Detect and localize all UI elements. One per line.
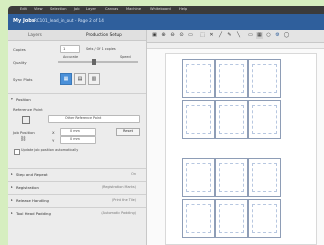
y-value: 0 mm (70, 137, 80, 141)
brush-icon[interactable]: ╲ (235, 32, 242, 39)
label-cell[interactable] (215, 59, 248, 98)
quality-right: Speed (120, 55, 131, 59)
shape-icon[interactable]: ✕ (208, 32, 215, 39)
pencil-icon[interactable]: ✎ (226, 32, 233, 39)
quality-slider-thumb[interactable] (92, 59, 96, 65)
menu-layer[interactable]: Layer (86, 7, 96, 11)
label-cell[interactable] (182, 199, 215, 238)
sync-grid-icon[interactable]: ▤ (74, 73, 86, 85)
copies-note: Sets / Of 1 copies (86, 47, 116, 51)
label-cell[interactable] (248, 100, 281, 139)
position-label: Position (16, 97, 31, 102)
rectangle-icon[interactable]: ▭ (247, 32, 254, 39)
file-title: RC101_lead_in_out - Page 2 of 14 (34, 18, 104, 23)
step-repeat-section[interactable]: ▸ Step and Repeat On (8, 168, 146, 179)
reset-button-label: Reset (122, 129, 134, 133)
app-title: My Jobs (13, 18, 35, 24)
chevron-right-icon: ▸ (11, 185, 13, 189)
tab-production-setup[interactable]: Production Setup (86, 32, 122, 37)
reset-button[interactable]: Reset (116, 128, 140, 136)
menu-edit[interactable]: Edit (20, 7, 27, 11)
release-handling-value: (Print the Tile) (111, 198, 136, 202)
panel-tabs: Layers Production Setup (8, 30, 146, 41)
label-cell[interactable] (248, 59, 281, 98)
registration-value: (Registration Marks) (101, 185, 136, 189)
step-repeat-label: Step and Repeat (16, 172, 48, 177)
zoom-in-icon[interactable]: ⊕ (160, 32, 167, 39)
label-cell[interactable] (215, 100, 248, 139)
production-panel: Layers Production Setup Copies 1 Sets / … (8, 30, 147, 245)
registration-label: Registration (16, 185, 39, 190)
menu-job[interactable]: Job (74, 7, 80, 11)
desktop-background: Edit View Selection Job Layer Canvas Mac… (0, 0, 324, 245)
label-cell[interactable] (215, 199, 248, 238)
quality-label: Quality (13, 60, 27, 65)
y-label: Y (52, 138, 55, 143)
tool-head-padding-section[interactable]: ▸ Tool Head Padding (Automatic Padding) (8, 207, 146, 218)
sync-label: Sync Plots (13, 77, 33, 82)
menu-selection[interactable]: Selection (50, 7, 67, 11)
quality-slider[interactable] (58, 61, 138, 63)
label-cell[interactable] (182, 158, 215, 197)
sync-single-icon[interactable]: ▦ (60, 73, 72, 85)
chevron-down-icon: ▾ (11, 97, 13, 101)
reference-point-icon[interactable] (22, 116, 30, 124)
circle-icon[interactable]: ◯ (283, 32, 290, 39)
copies-label: Copies (13, 47, 26, 52)
label-cell[interactable] (248, 199, 281, 238)
release-handling-section[interactable]: ▸ Release Handling (Print the Tile) (8, 194, 146, 205)
auto-position-label: Update job position automatically (21, 148, 79, 152)
copies-value: 1 (63, 46, 66, 51)
sync-list-icon[interactable]: ▥ (88, 73, 100, 85)
view-icon[interactable]: ▭ (187, 32, 194, 39)
zoom-fit-icon[interactable]: ▣ (151, 32, 158, 39)
label-cell[interactable] (248, 158, 281, 197)
auto-position-checkbox[interactable] (14, 149, 20, 155)
app-window: Edit View Selection Job Layer Canvas Mac… (8, 6, 324, 245)
ellipse-icon[interactable]: ○ (265, 32, 272, 39)
pen-icon[interactable]: ╱ (217, 32, 224, 39)
settings-icon[interactable]: ⚙ (274, 32, 281, 39)
label-cell[interactable] (182, 59, 215, 98)
menu-whiteboard[interactable]: Whiteboard (150, 7, 171, 11)
horizontal-ruler (147, 43, 324, 49)
x-value: 0 mm (70, 129, 80, 133)
position-section[interactable]: ▾ Position (8, 93, 146, 104)
link-icon[interactable]: ⛓ (20, 136, 26, 142)
title-bar: My Jobs RC101_lead_in_out - Page 2 of 14 (8, 14, 324, 30)
job-position-label: Job Position (13, 130, 35, 135)
x-label: X (52, 130, 55, 135)
tab-layers[interactable]: Layers (28, 32, 42, 37)
label-cell[interactable] (215, 158, 248, 197)
step-repeat-value: On (131, 172, 136, 176)
canvas-toolbar: ▣ ⊕ ⊖ ⊙ ▭ ⬚ ✕ ╱ ✎ ╲ ▭ ▦ ○ ⚙ ◯ (147, 30, 324, 43)
menu-bar: Edit View Selection Job Layer Canvas Mac… (8, 6, 324, 14)
chevron-right-icon: ▸ (11, 211, 13, 215)
quality-left: Accurate (63, 55, 79, 59)
label-cell[interactable] (182, 100, 215, 139)
chevron-right-icon: ▸ (11, 198, 13, 202)
menu-machine[interactable]: Machine (126, 7, 141, 11)
registration-section[interactable]: ▸ Registration (Registration Marks) (8, 181, 146, 192)
release-handling-label: Release Handling (16, 198, 49, 203)
grid-icon[interactable]: ▦ (256, 32, 263, 39)
menu-canvas[interactable]: Canvas (105, 7, 118, 11)
tool-head-padding-label: Tool Head Padding (16, 211, 51, 216)
canvas-area[interactable] (147, 43, 324, 245)
select-icon[interactable]: ⬚ (199, 32, 206, 39)
chevron-right-icon: ▸ (11, 172, 13, 176)
zoom-selection-icon[interactable]: ⊙ (178, 32, 185, 39)
menu-view[interactable]: View (34, 7, 43, 11)
tool-head-padding-value: (Automatic Padding) (101, 211, 136, 215)
reference-point-label: Reference Point (13, 107, 43, 112)
menu-help[interactable]: Help (179, 7, 187, 11)
reference-point-value: Other Reference Point (65, 116, 102, 120)
zoom-out-icon[interactable]: ⊖ (169, 32, 176, 39)
